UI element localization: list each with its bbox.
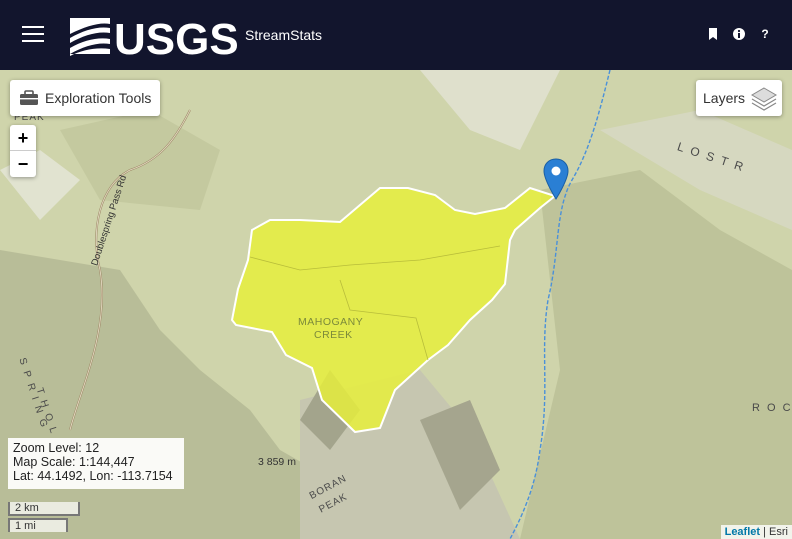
esri-attribution: Esri xyxy=(769,526,788,538)
leaflet-link[interactable]: Leaflet xyxy=(725,526,760,538)
zoom-control: + − xyxy=(10,125,36,177)
svg-text:USGS: USGS xyxy=(114,15,238,58)
scale-mi: 1 mi xyxy=(8,518,68,532)
bookmark-icon[interactable] xyxy=(706,27,720,43)
zoom-in-button[interactable]: + xyxy=(10,125,36,151)
basin-label-2: CREEK xyxy=(314,329,353,341)
layers-label: Layers xyxy=(703,90,746,106)
elevation-label: 3 859 m xyxy=(258,456,296,468)
help-icon[interactable]: ? xyxy=(758,27,772,43)
scale-km: 2 km xyxy=(8,502,80,516)
menu-icon[interactable] xyxy=(22,26,46,44)
exploration-tools-label: Exploration Tools xyxy=(45,90,152,106)
map-scale-text: Map Scale: 1:144,447 xyxy=(13,455,135,469)
scale-bar: 2 km 1 mi xyxy=(8,502,80,532)
attribution-separator: | xyxy=(763,526,766,538)
exploration-tools-button[interactable]: Exploration Tools xyxy=(10,80,160,116)
zoom-level-text: Zoom Level: 12 xyxy=(13,441,100,455)
zoom-out-button[interactable]: − xyxy=(10,151,36,177)
layers-button[interactable]: Layers xyxy=(696,80,782,116)
rock-label: R O C K xyxy=(752,402,792,414)
layers-icon xyxy=(751,87,777,111)
info-icon[interactable] xyxy=(732,27,746,43)
usgs-logo[interactable]: USGS xyxy=(68,12,238,58)
basin-label: MAHOGANY xyxy=(298,316,364,328)
map-info-panel: Zoom Level: 12 Map Scale: 1:144,447 Lat:… xyxy=(8,438,184,489)
map-attribution: Leaflet | Esri xyxy=(720,525,792,539)
map-view[interactable]: MAHOGANY CREEK L O S T R Doublespring Pa… xyxy=(0,70,792,539)
location-marker-icon[interactable] xyxy=(543,158,569,200)
app-title: StreamStats xyxy=(245,27,323,43)
app-header: USGS StreamStats ? xyxy=(0,0,792,70)
lat-lon-text: Lat: 44.1492, Lon: -113.7154 xyxy=(13,469,173,483)
toolbox-icon xyxy=(20,90,38,105)
